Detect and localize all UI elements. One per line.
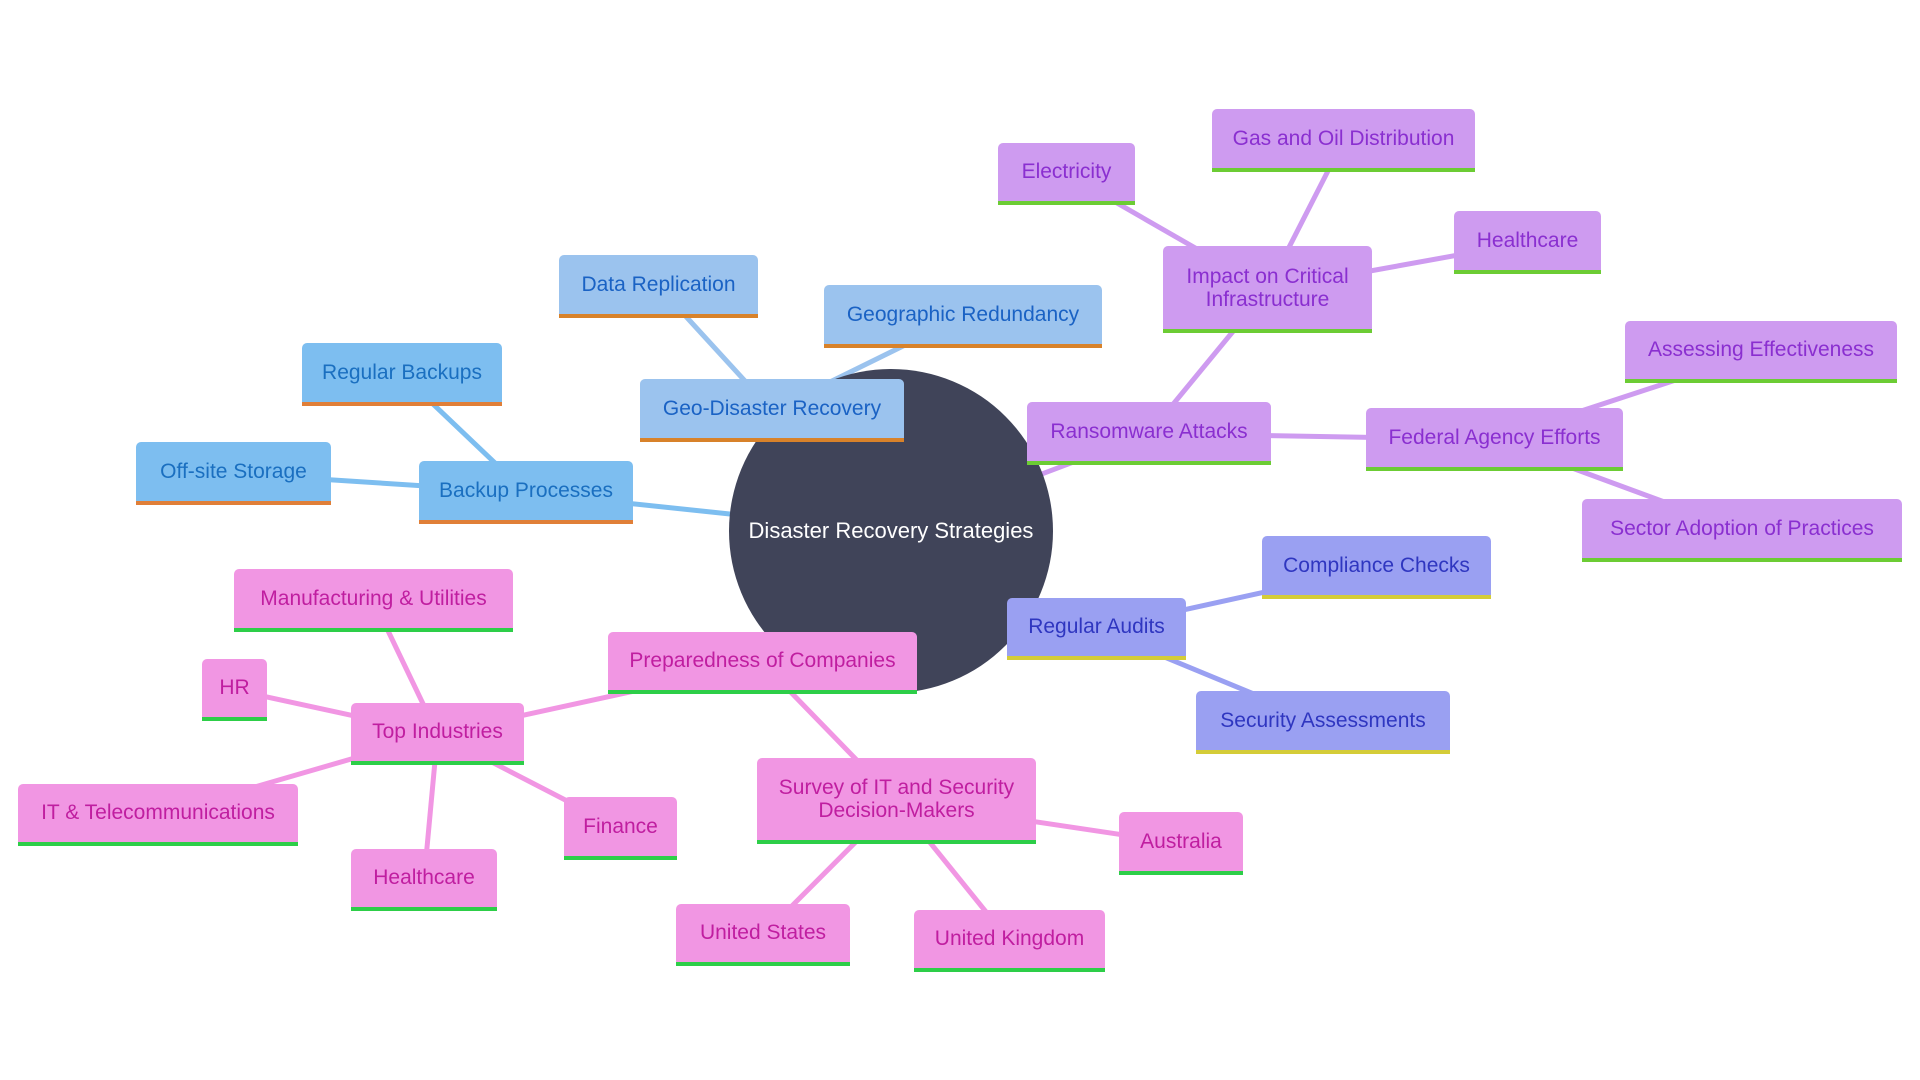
node-label: Preparedness of Companies	[629, 649, 896, 672]
node-label: Healthcare	[373, 866, 475, 889]
node-finance[interactable]: Finance	[564, 797, 677, 860]
node-label: Electricity	[1021, 160, 1112, 183]
node-regular-backups[interactable]: Regular Backups	[302, 343, 502, 406]
node-it-telecommunications[interactable]: IT & Telecommunications	[18, 784, 298, 846]
node-preparedness-companies[interactable]: Preparedness of Companies	[608, 632, 917, 694]
node-label: Sector Adoption of Practices	[1610, 516, 1874, 540]
node-label: Compliance Checks	[1283, 553, 1470, 577]
node-top-industries[interactable]: Top Industries	[351, 703, 524, 765]
node-geo-disaster-recovery[interactable]: Geo-Disaster Recovery	[640, 379, 904, 442]
node-label: Data Replication	[581, 272, 736, 296]
node-ransomware-attacks[interactable]: Ransomware Attacks	[1027, 402, 1271, 465]
node-label-line: Decision-Makers	[818, 799, 975, 822]
node-geographic-redundancy[interactable]: Geographic Redundancy	[824, 285, 1102, 348]
root-label: Disaster Recovery Strategies	[748, 518, 1034, 543]
node-label: Manufacturing & Utilities	[260, 586, 487, 610]
node-label: Backup Processes	[439, 478, 613, 502]
node-assessing-effectiveness[interactable]: Assessing Effectiveness	[1625, 321, 1897, 383]
node-compliance-checks[interactable]: Compliance Checks	[1262, 536, 1491, 599]
node-sector-adoption-practices[interactable]: Sector Adoption of Practices	[1582, 499, 1902, 562]
node-label: Gas and Oil Distribution	[1232, 126, 1455, 150]
node-healthcare-infrastructure[interactable]: Healthcare	[1454, 211, 1601, 274]
node-label-line: Impact on Critical	[1186, 264, 1349, 288]
node-label: Geographic Redundancy	[846, 302, 1080, 326]
node-label: IT & Telecommunications	[41, 801, 275, 824]
node-label: Federal Agency Efforts	[1388, 425, 1601, 449]
node-label: Regular Backups	[322, 360, 482, 384]
node-label: Finance	[583, 814, 658, 838]
node-manufacturing-utilities[interactable]: Manufacturing & Utilities	[234, 569, 513, 632]
node-label: Regular Audits	[1028, 615, 1165, 638]
node-impact-critical-infrastructure[interactable]: Impact on Critical Infrastructure	[1163, 246, 1372, 333]
node-label: HR	[219, 676, 250, 699]
node-backup-processes[interactable]: Backup Processes	[419, 461, 633, 524]
node-label: Healthcare	[1476, 228, 1579, 252]
node-united-kingdom[interactable]: United Kingdom	[914, 910, 1105, 972]
node-gas-oil-distribution[interactable]: Gas and Oil Distribution	[1212, 109, 1475, 172]
node-label-line: Infrastructure	[1205, 287, 1330, 311]
node-united-states[interactable]: United States	[676, 904, 850, 966]
node-label: Assessing Effectiveness	[1647, 338, 1875, 361]
node-label-line: Survey of IT and Security	[778, 776, 1015, 799]
node-off-site-storage[interactable]: Off-site Storage	[136, 442, 331, 505]
node-security-assessments[interactable]: Security Assessments	[1196, 691, 1450, 754]
node-label: Off-site Storage	[160, 459, 307, 483]
node-regular-audits[interactable]: Regular Audits	[1007, 598, 1186, 660]
node-label: Ransomware Attacks	[1050, 419, 1248, 443]
node-federal-agency-efforts[interactable]: Federal Agency Efforts	[1366, 408, 1623, 471]
node-label: United Kingdom	[934, 927, 1085, 950]
node-survey-decision-makers[interactable]: Survey of IT and Security Decision-Maker…	[757, 758, 1036, 844]
node-label: Security Assessments	[1220, 708, 1426, 732]
node-data-replication[interactable]: Data Replication	[559, 255, 758, 318]
node-electricity[interactable]: Electricity	[998, 143, 1135, 205]
node-hr[interactable]: HR	[202, 659, 267, 721]
node-label: Geo-Disaster Recovery	[662, 396, 882, 420]
node-healthcare-industry[interactable]: Healthcare	[351, 849, 497, 911]
mindmap-canvas: Disaster Recovery Strategies Backup Proc…	[0, 0, 1920, 1080]
node-australia[interactable]: Australia	[1119, 812, 1243, 875]
node-label: Top Industries	[372, 720, 503, 743]
node-label: Australia	[1140, 829, 1222, 853]
node-label: United States	[699, 921, 827, 944]
